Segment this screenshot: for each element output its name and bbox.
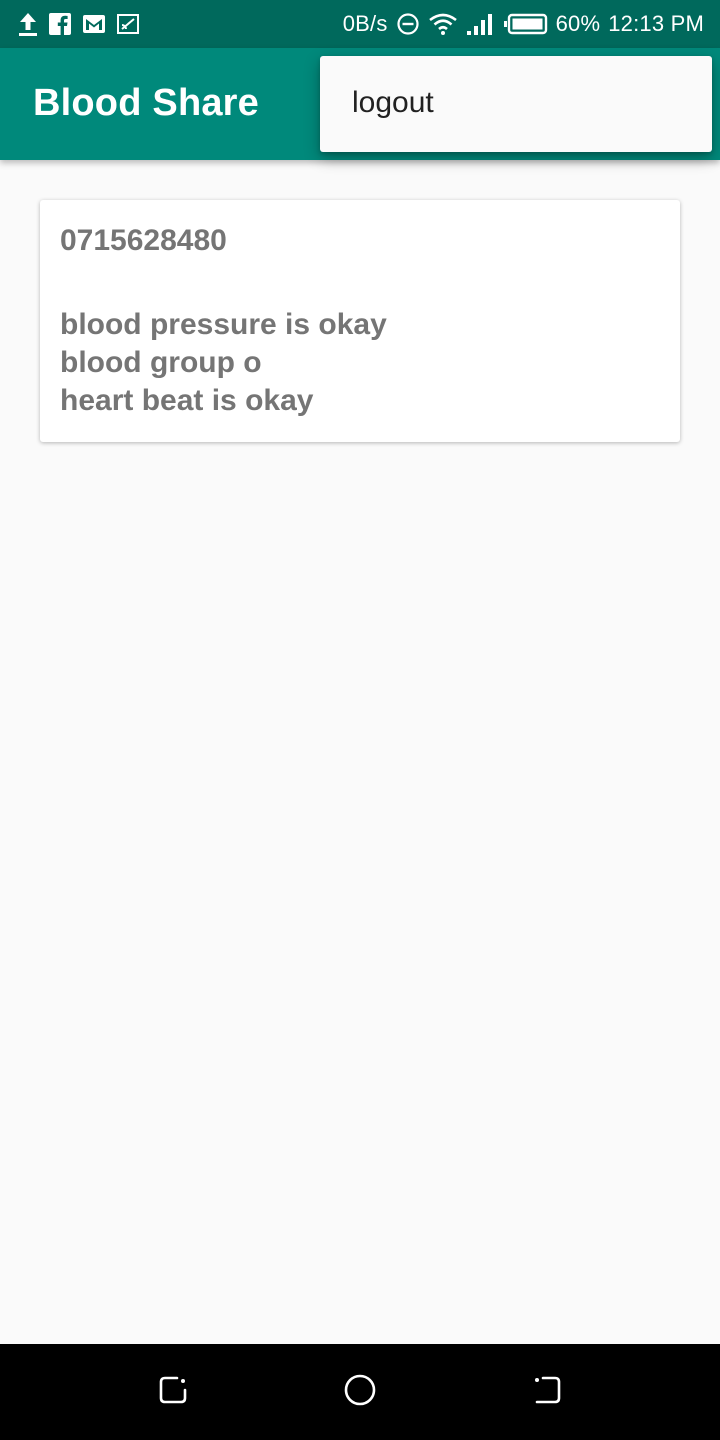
donor-card[interactable]: 0715628480 blood pressure is okay blood … bbox=[40, 200, 680, 442]
home-icon bbox=[343, 1373, 377, 1412]
gmail-icon bbox=[82, 14, 106, 34]
navigation-bar bbox=[0, 1344, 720, 1440]
phone-number: 0715628480 bbox=[60, 224, 227, 257]
home-button[interactable] bbox=[328, 1360, 392, 1424]
back-icon bbox=[531, 1374, 563, 1411]
app-title: Blood Share bbox=[33, 82, 260, 124]
recents-icon bbox=[157, 1374, 189, 1411]
overflow-menu: logout bbox=[320, 56, 712, 152]
battery-percent: 60% bbox=[555, 11, 601, 36]
signal-icon bbox=[466, 12, 496, 36]
detail-line: blood pressure is okay bbox=[60, 308, 387, 341]
detail-line: blood group o bbox=[60, 346, 262, 379]
net-speed: 0B/s bbox=[342, 11, 388, 36]
clock: 12:13 PM bbox=[608, 11, 704, 36]
card-details: blood pressure is okay blood group o hea… bbox=[60, 306, 660, 420]
back-button[interactable] bbox=[515, 1360, 579, 1424]
status-system: 0B/s 60% 12:13 PM bbox=[343, 11, 704, 37]
menu-item-logout[interactable]: logout bbox=[320, 56, 712, 150]
detail-line: heart beat is okay bbox=[60, 384, 314, 417]
dnd-icon bbox=[396, 12, 420, 36]
upload-icon bbox=[18, 11, 38, 37]
status-notifications bbox=[18, 11, 140, 37]
battery-icon bbox=[503, 13, 548, 35]
screencast-icon bbox=[116, 13, 140, 35]
wifi-icon bbox=[428, 12, 458, 36]
recents-button[interactable] bbox=[141, 1360, 205, 1424]
status-bar: 0B/s 60% 12:13 PM bbox=[0, 0, 720, 48]
screen: 0B/s 60% 12:13 PM Blood Share logout 071… bbox=[0, 0, 720, 1440]
facebook-icon bbox=[48, 12, 72, 36]
